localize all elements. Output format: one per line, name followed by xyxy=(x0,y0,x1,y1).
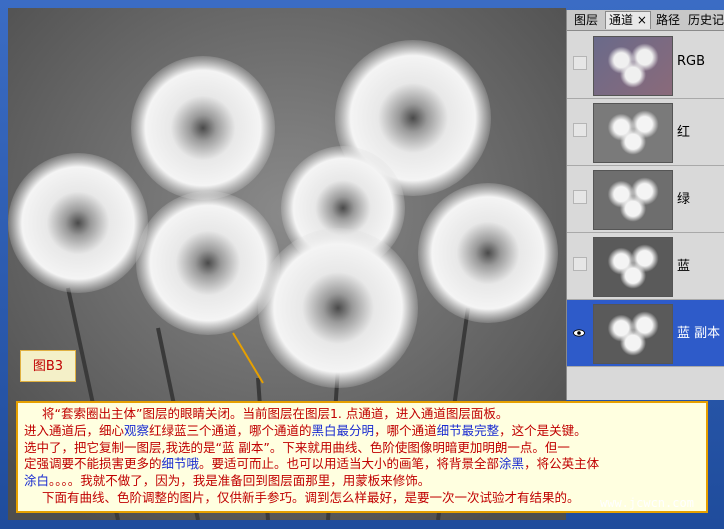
tab-layers[interactable]: 图层 xyxy=(571,12,601,29)
note-line: 涂白。。。。我就不做了，因为，我是准备回到图层面那里，用蒙板来修饰。 xyxy=(24,473,431,489)
visibility-toggle[interactable] xyxy=(573,123,587,137)
note-line: 定强调要不能损害更多的细节哦。要适可而止。也可以用适当大小的画笔，将背景全部涂黑… xyxy=(24,456,600,472)
channel-row-red[interactable]: 红 xyxy=(567,99,724,166)
channel-thumbnail xyxy=(593,237,673,297)
visibility-toggle[interactable] xyxy=(573,257,587,271)
tab-channels[interactable]: 通道 × xyxy=(605,11,651,29)
channel-label: 红 xyxy=(677,125,691,140)
tab-history[interactable]: 历史记 xyxy=(685,12,724,29)
visibility-toggle[interactable] xyxy=(573,56,587,70)
channels-panel: 图层 通道 × 路径 历史记 RGB 红 绿 蓝 蓝 副本 xyxy=(566,10,724,400)
eye-icon[interactable] xyxy=(573,324,585,337)
channel-row-rgb[interactable]: RGB xyxy=(567,32,724,99)
channel-thumbnail xyxy=(593,304,673,364)
channel-label: 蓝 副本 xyxy=(677,326,721,341)
window-frame: 图层 通道 × 路径 历史记 RGB 红 绿 蓝 蓝 副本 图B3 将“套索圈出… xyxy=(0,0,724,529)
tab-paths[interactable]: 路径 xyxy=(653,12,683,29)
channel-label: 蓝 xyxy=(677,259,691,274)
note-line: 将“套索圈出主体”图层的眼睛关闭。当前图层在图层1. 点通道，进入通道图层面板。 xyxy=(42,406,509,421)
panel-tabs: 图层 通道 × 路径 历史记 xyxy=(567,10,724,31)
note-line: 下面有曲线、色阶调整的图片，仅供新手参巧。调到怎么样最好，是要一次一次试验才有结… xyxy=(42,489,580,505)
channel-label: RGB xyxy=(677,54,706,69)
channel-row-blue[interactable]: 蓝 xyxy=(567,233,724,300)
site-watermark: www.jcwcn.com xyxy=(600,496,694,510)
figure-label: 图B3 xyxy=(20,350,76,382)
channel-thumbnail xyxy=(593,103,673,163)
channel-thumbnail xyxy=(593,170,673,230)
channel-thumbnail xyxy=(593,36,673,96)
note-line: 进入通道后，细心观察红绿蓝三个通道，哪个通道的黑白最分明，哪个通道细节最完整，这… xyxy=(24,422,587,438)
channel-row-blue-copy[interactable]: 蓝 副本 xyxy=(567,300,724,367)
visibility-toggle[interactable] xyxy=(573,190,587,204)
channel-label: 绿 xyxy=(677,192,691,207)
channel-row-green[interactable]: 绿 xyxy=(567,166,724,233)
note-line: 选中了，把它复制一图层,我选的是“蓝 副本”。下来就用曲线、色阶使图像明暗更加明… xyxy=(24,439,570,455)
